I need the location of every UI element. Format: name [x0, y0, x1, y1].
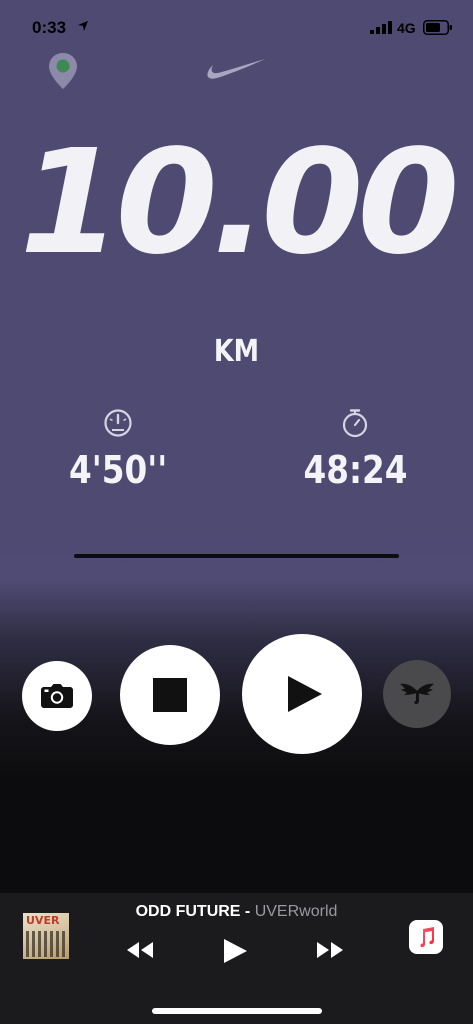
- track-title: ODD FUTURE: [135, 903, 241, 920]
- now-playing-bar: UVER ODD FUTURE - UVERworld: [0, 893, 473, 1024]
- speedometer-icon: [104, 409, 132, 437]
- duration-stat: 48:24: [275, 408, 435, 492]
- track-separator: -: [240, 903, 255, 920]
- resume-run-button[interactable]: [242, 634, 362, 754]
- camera-button[interactable]: [22, 661, 92, 731]
- nike-swoosh-logo: [207, 59, 265, 79]
- network-type: 4G: [397, 20, 416, 36]
- track-artist: UVERworld: [254, 903, 338, 920]
- status-time: 0:33: [32, 18, 67, 37]
- music-button[interactable]: [383, 660, 451, 728]
- stop-button[interactable]: [120, 645, 220, 745]
- signal-bars-icon: [370, 21, 392, 34]
- status-bar: 0:33 4G: [0, 0, 473, 60]
- battery-icon: [423, 20, 452, 35]
- apple-music-icon[interactable]: [409, 920, 443, 954]
- distance-unit: KM: [213, 334, 260, 369]
- pace-value: 4'50'': [68, 448, 168, 492]
- gps-pin-icon[interactable]: [47, 52, 79, 90]
- distance-value: 10.00: [19, 118, 459, 286]
- playback-play-icon[interactable]: [221, 937, 249, 965]
- play-icon: [288, 676, 322, 712]
- stop-icon: [153, 678, 187, 712]
- pace-stat: 4'50'': [38, 408, 198, 492]
- music-wings-icon: [400, 683, 434, 705]
- home-indicator[interactable]: [152, 1008, 322, 1014]
- run-progress-line: [74, 554, 399, 558]
- duration-value: 48:24: [302, 448, 408, 492]
- nrc-run-screen: 0:33 4G 10.00 KM 4'50'' 48:24 UVER ODD F…: [0, 0, 473, 1024]
- location-arrow-icon: [78, 21, 88, 31]
- fast-forward-icon[interactable]: [316, 940, 344, 960]
- rewind-icon[interactable]: [126, 940, 154, 960]
- stopwatch-icon: [342, 409, 368, 438]
- track-info: ODD FUTURE - UVERworld: [0, 903, 473, 921]
- camera-icon: [41, 684, 73, 708]
